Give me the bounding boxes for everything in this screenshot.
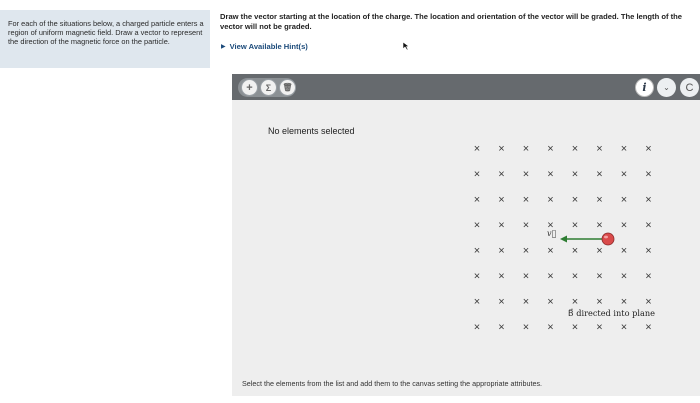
field-x-mark: × bbox=[474, 220, 480, 232]
field-x-mark: × bbox=[547, 245, 553, 257]
velocity-arrowhead bbox=[560, 235, 567, 243]
field-x-mark: × bbox=[523, 169, 529, 181]
field-x-mark: × bbox=[474, 271, 480, 283]
plus-icon: + bbox=[246, 81, 253, 94]
field-x-mark: × bbox=[572, 322, 578, 334]
field-direction-label: B⃗ directed into plane bbox=[568, 308, 655, 318]
field-x-mark: × bbox=[523, 220, 529, 232]
sum-vectors-button[interactable]: Σ bbox=[260, 79, 277, 96]
charged-particle[interactable] bbox=[601, 232, 615, 246]
field-x-mark: × bbox=[523, 143, 529, 155]
field-x-mark: × bbox=[498, 143, 504, 155]
field-x-mark: × bbox=[498, 220, 504, 232]
field-x-mark: × bbox=[474, 322, 480, 334]
field-x-mark: × bbox=[523, 322, 529, 334]
field-x-mark: × bbox=[645, 271, 651, 283]
field-x-mark: × bbox=[523, 271, 529, 283]
field-x-mark: × bbox=[596, 143, 602, 155]
velocity-label: v⃗ bbox=[547, 229, 557, 238]
field-x-mark: × bbox=[596, 271, 602, 283]
add-vector-button[interactable]: + bbox=[241, 79, 258, 96]
field-x-mark: × bbox=[498, 296, 504, 308]
caret-right-icon: ▶ bbox=[221, 44, 226, 50]
view-hints-link[interactable]: ▶ View Available Hint(s) bbox=[221, 42, 308, 51]
field-x-mark: × bbox=[621, 271, 627, 283]
field-x-mark: × bbox=[474, 143, 480, 155]
field-x-mark: × bbox=[596, 322, 602, 334]
canvas-instructions: Select the elements from the list and ad… bbox=[242, 379, 543, 388]
field-x-mark: × bbox=[547, 322, 553, 334]
drawing-toolbar: + Σ 🗑 i ⌄ C bbox=[232, 74, 700, 100]
charge-circle[interactable] bbox=[601, 232, 615, 246]
field-x-mark: × bbox=[645, 169, 651, 181]
reset-icon: C bbox=[685, 81, 694, 94]
delete-button[interactable]: 🗑 bbox=[279, 79, 296, 96]
field-x-mark: × bbox=[621, 322, 627, 334]
field-x-mark: × bbox=[547, 143, 553, 155]
field-x-mark: × bbox=[621, 220, 627, 232]
drawing-canvas[interactable]: No elements selected × × × × × × × × × × × × × × × × × × ×… bbox=[232, 100, 700, 396]
info-button[interactable]: i bbox=[635, 78, 654, 97]
field-x-mark: × bbox=[572, 245, 578, 257]
field-x-mark: × bbox=[621, 143, 627, 155]
field-x-mark: × bbox=[596, 169, 602, 181]
field-x-mark: × bbox=[621, 194, 627, 206]
field-x-mark: × bbox=[523, 245, 529, 257]
field-x-mark: × bbox=[572, 194, 578, 206]
field-x-mark: × bbox=[474, 169, 480, 181]
page: For each of the situations below, a char… bbox=[0, 0, 700, 403]
field-x-mark: × bbox=[572, 169, 578, 181]
reset-button[interactable]: C bbox=[680, 78, 699, 97]
field-x-mark: × bbox=[596, 245, 602, 257]
field-x-mark: × bbox=[474, 194, 480, 206]
problem-prompt-panel: For each of the situations below, a char… bbox=[0, 10, 210, 68]
field-x-mark: × bbox=[572, 143, 578, 155]
field-x-mark: × bbox=[498, 322, 504, 334]
problem-prompt-text: For each of the situations below, a char… bbox=[8, 19, 204, 47]
charge-highlight bbox=[604, 235, 608, 239]
field-x-mark: × bbox=[621, 169, 627, 181]
field-x-mark: × bbox=[645, 245, 651, 257]
field-x-mark: × bbox=[547, 296, 553, 308]
field-x-mark: × bbox=[572, 271, 578, 283]
field-x-mark: × bbox=[547, 194, 553, 206]
expand-button[interactable]: ⌄ bbox=[657, 78, 676, 97]
field-x-mark: × bbox=[547, 169, 553, 181]
field-x-mark: × bbox=[596, 220, 602, 232]
field-x-mark: × bbox=[645, 296, 651, 308]
field-x-mark: × bbox=[498, 245, 504, 257]
field-x-mark: × bbox=[523, 194, 529, 206]
magnetic-field-diagram: × × × × × × × × × × × × × × × × × × × × × × × × × × × × × × × × × × × × × × × ×… bbox=[474, 143, 655, 334]
field-x-mark: × bbox=[645, 220, 651, 232]
view-hints-label: View Available Hint(s) bbox=[229, 42, 308, 51]
field-x-mark: × bbox=[621, 296, 627, 308]
field-x-mark: × bbox=[547, 271, 553, 283]
field-x-mark: × bbox=[645, 194, 651, 206]
mouse-pointer-icon bbox=[402, 41, 410, 51]
sigma-icon: Σ bbox=[265, 82, 272, 93]
field-x-mark: × bbox=[596, 296, 602, 308]
trash-icon: 🗑 bbox=[282, 83, 293, 92]
field-x-mark: × bbox=[572, 220, 578, 232]
field-x-mark: × bbox=[498, 169, 504, 181]
info-icon: i bbox=[642, 81, 647, 94]
field-x-mark: × bbox=[645, 143, 651, 155]
field-x-mark: × bbox=[621, 245, 627, 257]
field-x-mark: × bbox=[474, 296, 480, 308]
field-x-mark: × bbox=[498, 271, 504, 283]
field-x-mark: × bbox=[645, 322, 651, 334]
field-x-mark: × bbox=[596, 194, 602, 206]
field-x-mark: × bbox=[498, 194, 504, 206]
chevron-down-icon: ⌄ bbox=[663, 83, 670, 92]
instructions-text: Draw the vector starting at the location… bbox=[220, 12, 683, 31]
field-x-mark: × bbox=[572, 296, 578, 308]
field-x-mark: × bbox=[474, 245, 480, 257]
field-x-mark: × bbox=[523, 296, 529, 308]
